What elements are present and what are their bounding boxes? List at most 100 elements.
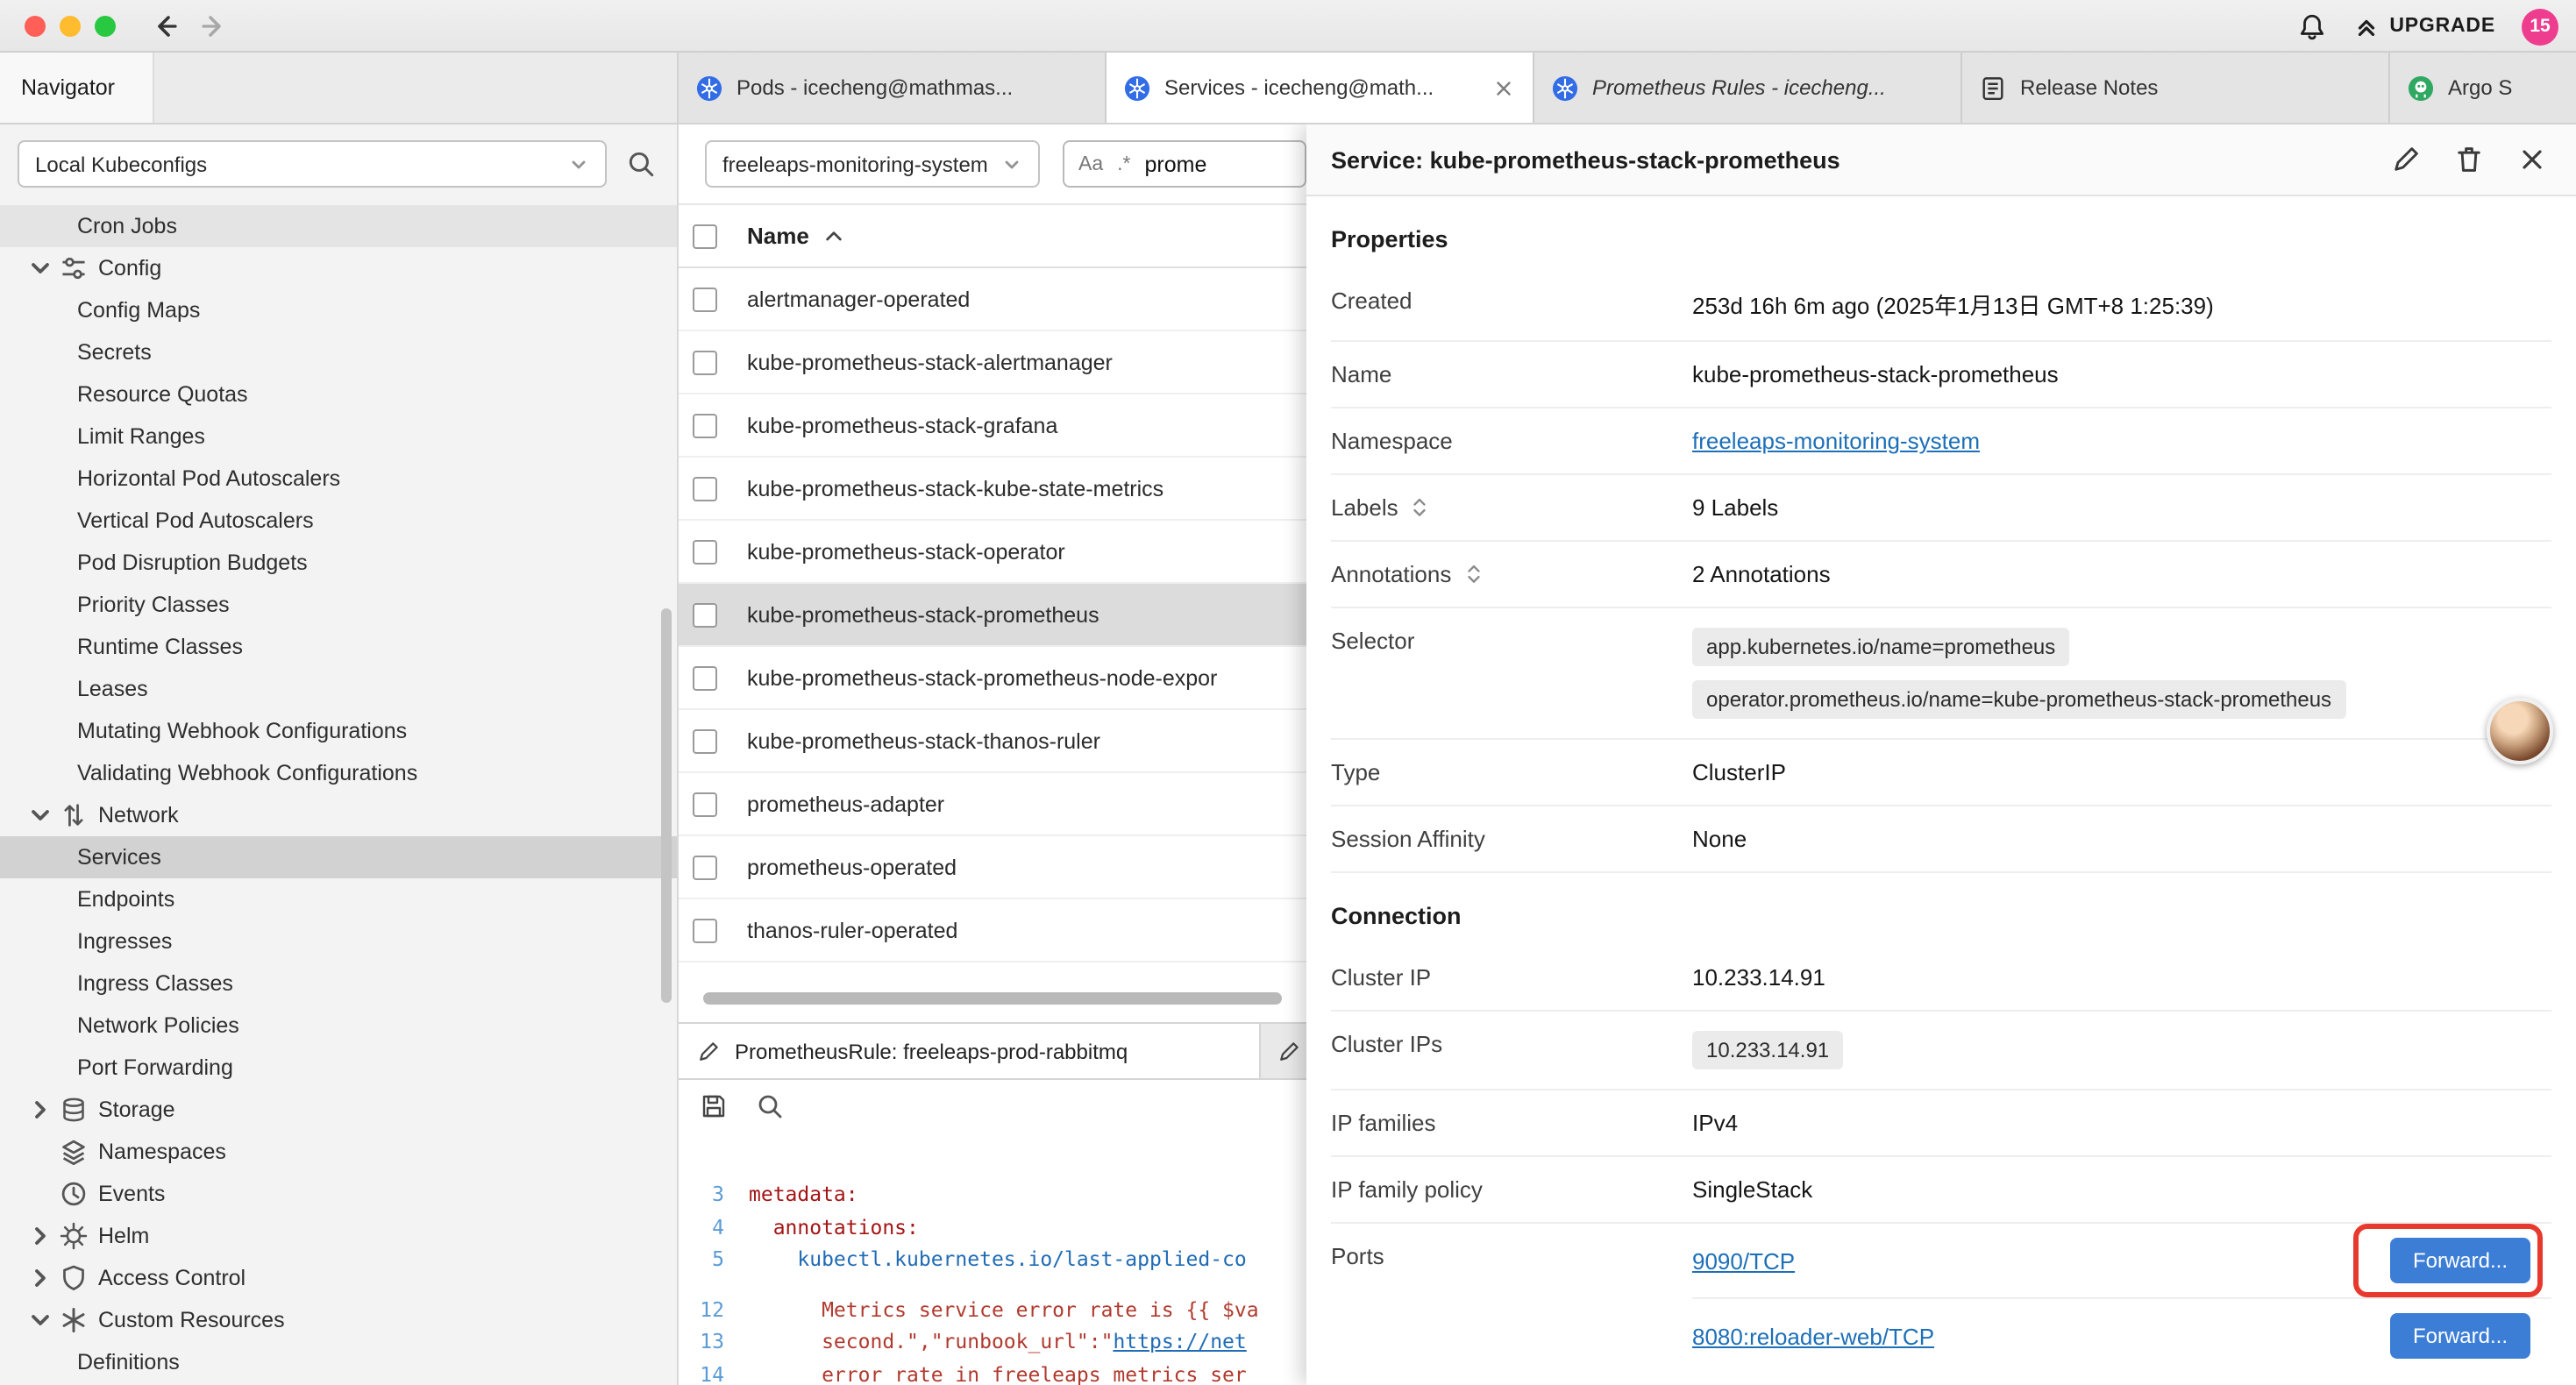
regex-toggle[interactable]: .* [1117,153,1130,174]
sidebar-item-port-forwarding[interactable]: Port Forwarding [0,1047,677,1089]
sidebar-item-mutating-webhook-configurations[interactable]: Mutating Webhook Configurations [0,710,677,752]
sidebar-item-config-maps[interactable]: Config Maps [0,289,677,331]
table-row-kube-prometheus-stack-grafana[interactable]: kube-prometheus-stack-grafana [679,394,1306,458]
forward-button[interactable]: Forward... [2390,1238,2530,1283]
notifications-bell-icon[interactable] [2296,11,2326,41]
sidebar-item-priority-classes[interactable]: Priority Classes [0,584,677,626]
sidebar-item-validating-webhook-configurations[interactable]: Validating Webhook Configurations [0,752,677,794]
close-icon[interactable] [1492,76,1515,99]
sidebar-item-config[interactable]: Config [0,247,677,289]
sidebar-item-services[interactable]: Services [0,836,677,878]
dock-tab-next-partial[interactable] [1261,1024,1301,1078]
chevron-down-icon[interactable] [26,1306,54,1334]
chevron-right-icon[interactable] [26,1222,54,1250]
sidebar-item-secrets[interactable]: Secrets [0,331,677,373]
name-column-header[interactable]: Name [747,223,809,249]
chevron-down-icon[interactable] [26,254,54,282]
select-all-checkbox[interactable] [693,224,717,248]
namespace-selector[interactable]: freeleaps-monitoring-system [705,140,1040,188]
search-icon[interactable] [626,149,656,179]
traffic-light-maximize-button[interactable] [95,16,116,37]
tab-services-icecheng-math[interactable]: Services - icecheng@math... [1107,53,1534,123]
row-checkbox[interactable] [693,665,717,690]
traffic-light-minimize-button[interactable] [60,16,81,37]
tab-release-notes[interactable]: Release Notes [1962,53,2390,123]
close-icon[interactable] [2516,144,2548,175]
sidebar-item-runtime-classes[interactable]: Runtime Classes [0,626,677,668]
traffic-light-close-button[interactable] [25,16,46,37]
tab-argo-s[interactable]: Argo S [2390,53,2576,123]
sidebar-item-access-control[interactable]: Access Control [0,1257,677,1299]
sidebar-item-definitions[interactable]: Definitions [0,1341,677,1383]
delete-icon[interactable] [2453,144,2485,175]
save-icon[interactable] [700,1092,728,1120]
row-checkbox[interactable] [693,918,717,942]
sidebar-item-storage[interactable]: Storage [0,1089,677,1131]
sort-ascending-icon[interactable] [825,229,844,243]
tab-prometheus-rules-icecheng[interactable]: Prometheus Rules - icecheng... [1534,53,1962,123]
editor-search-icon[interactable] [756,1092,784,1120]
edit-icon[interactable] [2390,144,2422,175]
sidebar-item-custom-resources[interactable]: Custom Resources [0,1299,677,1341]
row-checkbox[interactable] [693,539,717,564]
upgrade-button[interactable]: UPGRADE [2352,13,2495,39]
forward-button[interactable]: Forward... [2390,1313,2530,1359]
sidebar-item-leases[interactable]: Leases [0,668,677,710]
sidebar-item-resource-quotas[interactable]: Resource Quotas [0,373,677,416]
row-checkbox[interactable] [693,728,717,753]
navigator-tab[interactable]: Navigator [0,53,154,123]
back-button[interactable] [151,12,179,40]
table-row-kube-prometheus-stack-thanos-ruler[interactable]: kube-prometheus-stack-thanos-ruler [679,710,1306,773]
row-checkbox[interactable] [693,350,717,374]
search-input[interactable]: Aa .* prome [1063,140,1306,188]
row-checkbox[interactable] [693,855,717,879]
sidebar-item-label: Vertical Pod Autoscalers [77,508,314,533]
detail-link[interactable]: freeleaps-monitoring-system [1692,428,1980,454]
sidebar-item-endpoints[interactable]: Endpoints [0,878,677,920]
table-row-kube-prometheus-stack-operator[interactable]: kube-prometheus-stack-operator [679,521,1306,584]
sidebar-item-ingress-classes[interactable]: Ingress Classes [0,962,677,1005]
match-case-toggle[interactable]: Aa [1078,153,1103,174]
row-checkbox[interactable] [693,413,717,437]
sidebar-item-events[interactable]: Events [0,1173,677,1215]
sidebar-item-limit-ranges[interactable]: Limit Ranges [0,416,677,458]
horizontal-scrollbar[interactable] [703,992,1282,1005]
table-row-alertmanager-operated[interactable]: alertmanager-operated [679,268,1306,331]
table-row-thanos-ruler-operated[interactable]: thanos-ruler-operated [679,899,1306,962]
chevron-right-icon[interactable] [26,1264,54,1292]
table-row-prometheus-adapter[interactable]: prometheus-adapter [679,773,1306,836]
yaml-editor[interactable]: 3metadata:4 annotations:5 kubectl.kubern… [679,1133,1306,1385]
sort-toggle-icon[interactable] [1463,563,1483,586]
sidebar-scrollbar[interactable] [661,608,672,1003]
tab-pods-icecheng-mathmas[interactable]: Pods - icecheng@mathmas... [679,53,1107,123]
kubeconfig-selector[interactable]: Local Kubeconfigs [18,140,607,188]
table-row-kube-prometheus-stack-alertmanager[interactable]: kube-prometheus-stack-alertmanager [679,331,1306,394]
sidebar-item-ingresses[interactable]: Ingresses [0,920,677,962]
sidebar-item-vertical-pod-autoscalers[interactable]: Vertical Pod Autoscalers [0,500,677,542]
user-avatar[interactable] [2487,698,2553,764]
row-checkbox[interactable] [693,476,717,501]
table-row-prometheus-operated[interactable]: prometheus-operated [679,836,1306,899]
table-row-kube-prometheus-stack-prometheus-node-expor[interactable]: kube-prometheus-stack-prometheus-node-ex… [679,647,1306,710]
row-checkbox[interactable] [693,602,717,627]
sidebar-item-cron-jobs[interactable]: Cron Jobs [0,205,677,247]
table-row-kube-prometheus-stack-prometheus[interactable]: kube-prometheus-stack-prometheus [679,584,1306,647]
sidebar-item-helm[interactable]: Helm [0,1215,677,1257]
sidebar-item-network[interactable]: Network [0,794,677,836]
chevron-down-icon[interactable] [26,801,54,829]
sidebar-item-horizontal-pod-autoscalers[interactable]: Horizontal Pod Autoscalers [0,458,677,500]
sidebar-item-namespaces[interactable]: Namespaces [0,1131,677,1173]
port-link[interactable]: 9090/TCP [1692,1247,1795,1274]
port-link[interactable]: 8080:reloader-web/TCP [1692,1323,1934,1349]
row-checkbox[interactable] [693,792,717,816]
sidebar-item-network-policies[interactable]: Network Policies [0,1005,677,1047]
chevron-right-icon[interactable] [26,1096,54,1124]
notification-count-badge[interactable]: 15 [2522,8,2558,45]
sidebar-item-pod-disruption-budgets[interactable]: Pod Disruption Budgets [0,542,677,584]
dock-tab-prometheusrule[interactable]: PrometheusRule: freeleaps-prod-rabbitmq [679,1024,1261,1078]
row-checkbox[interactable] [693,287,717,311]
table-row-kube-prometheus-stack-kube-state-metrics[interactable]: kube-prometheus-stack-kube-state-metrics [679,458,1306,521]
forward-nav-button[interactable] [200,12,228,40]
code-segment: https://net [1113,1329,1246,1353]
sort-toggle-icon[interactable] [1411,496,1430,519]
